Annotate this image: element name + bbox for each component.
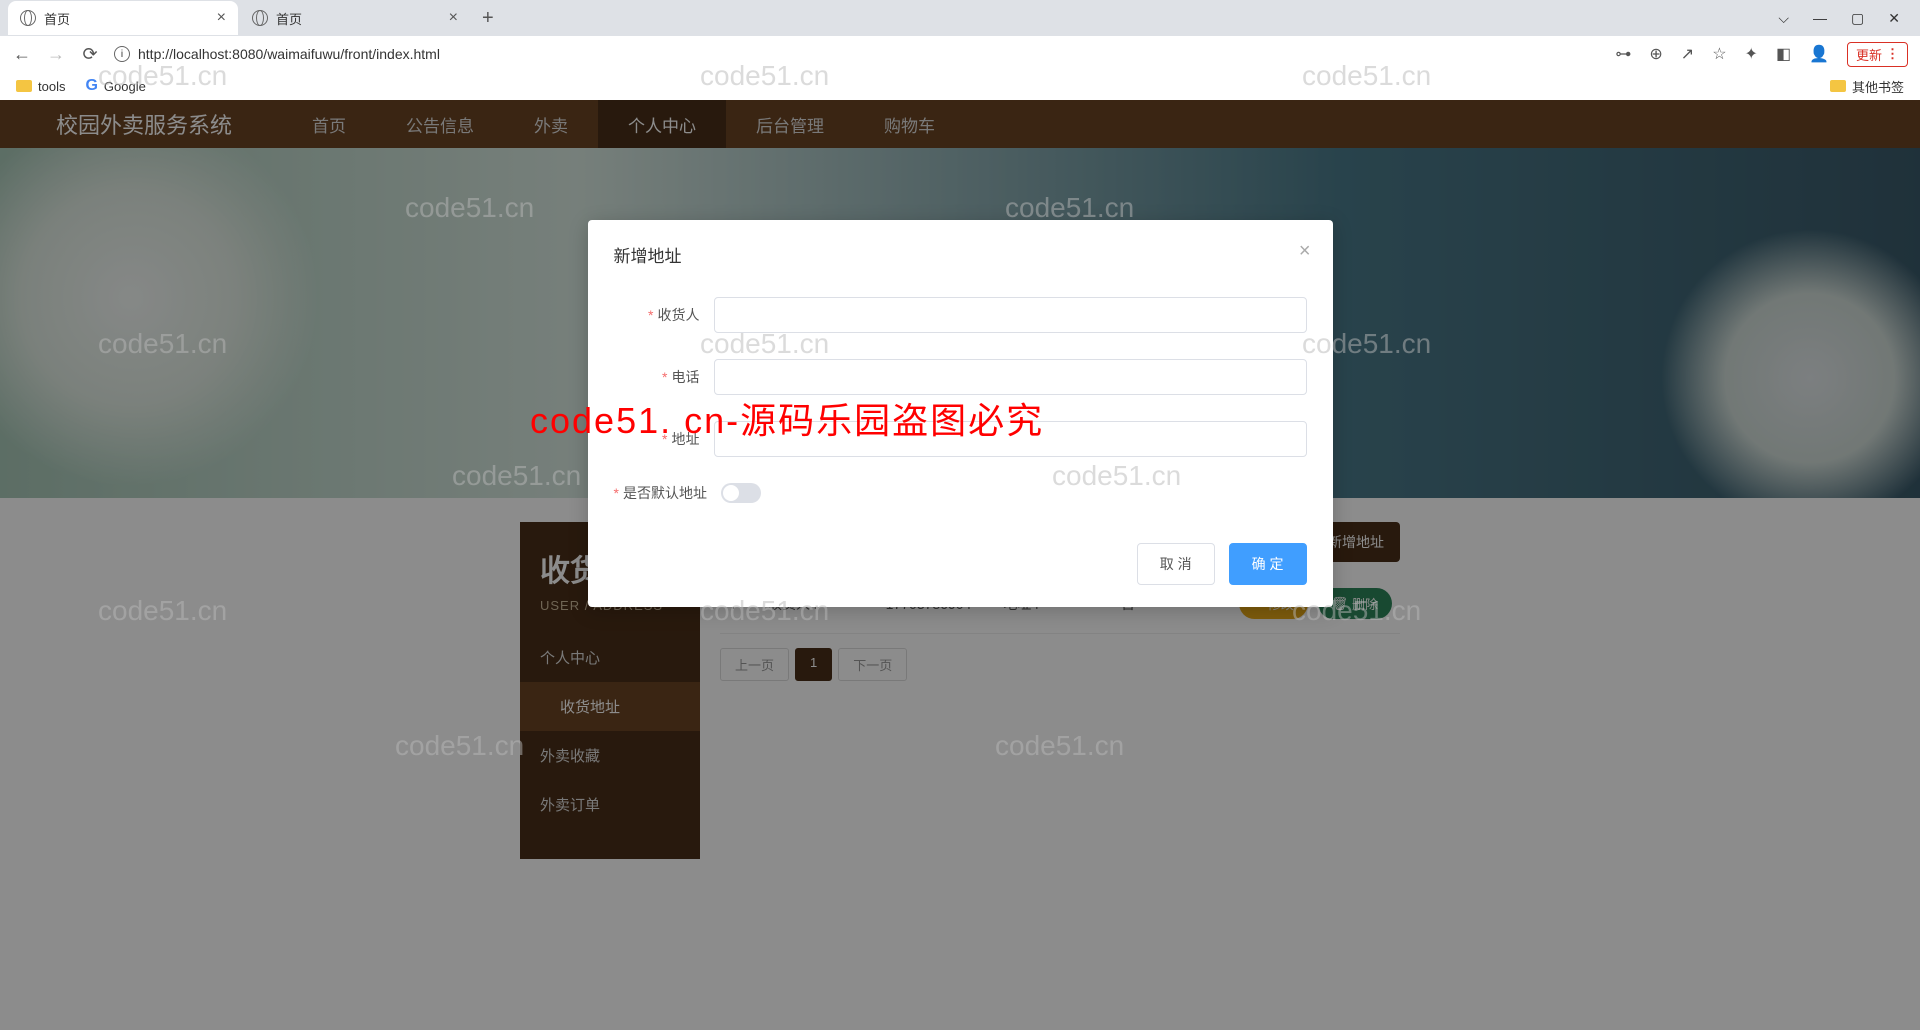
browser-tab[interactable]: 首页 × (240, 1, 470, 35)
form-row-receiver: *收货人 (614, 297, 1307, 333)
form-row-address: *地址 (614, 421, 1307, 457)
info-icon[interactable]: i (114, 46, 130, 62)
star-icon[interactable]: ☆ (1712, 44, 1726, 64)
label-phone: 电话 (672, 369, 700, 385)
reload-icon[interactable]: ⟳ (80, 44, 100, 65)
forward-icon[interactable]: → (46, 44, 66, 65)
receiver-input[interactable] (714, 297, 1307, 333)
update-button[interactable]: 更新 ⋮ (1847, 42, 1908, 67)
confirm-button[interactable]: 确 定 (1229, 543, 1307, 585)
bookmark-tools[interactable]: tools (16, 79, 65, 94)
back-icon[interactable]: ← (12, 44, 32, 65)
window-controls: ⌵ — ▢ ✕ (1778, 10, 1920, 27)
zoom-icon[interactable]: ⊕ (1649, 44, 1662, 64)
google-icon: G (85, 77, 97, 95)
globe-icon (20, 10, 36, 26)
extensions-icon[interactable]: ✦ (1745, 44, 1758, 64)
add-address-modal: 新增地址 × *收货人 *电话 *地址 *是否默认地址 取 消 确 定 (588, 220, 1333, 607)
folder-icon (16, 80, 32, 92)
minimize-icon[interactable]: — (1813, 10, 1827, 27)
tab-title: 首页 (276, 9, 302, 28)
browser-tab[interactable]: 首页 × (8, 1, 238, 35)
cancel-button[interactable]: 取 消 (1137, 543, 1215, 585)
phone-input[interactable] (714, 359, 1307, 395)
browser-chrome: 首页 × 首页 × + ⌵ — ▢ ✕ ← → ⟳ i http://local… (0, 0, 1920, 100)
maximize-icon[interactable]: ▢ (1851, 10, 1864, 27)
close-icon[interactable]: × (449, 9, 458, 27)
modal-title: 新增地址 (614, 242, 1307, 267)
tab-title: 首页 (44, 9, 70, 28)
globe-icon (252, 10, 268, 26)
close-icon[interactable]: × (1299, 240, 1311, 263)
default-switch[interactable] (721, 483, 761, 503)
form-row-phone: *电话 (614, 359, 1307, 395)
form-row-default: *是否默认地址 (614, 483, 1307, 503)
close-window-icon[interactable]: ✕ (1888, 10, 1900, 27)
share-icon[interactable]: ↗ (1681, 44, 1694, 64)
folder-icon (1830, 80, 1846, 92)
modal-footer: 取 消 确 定 (614, 543, 1307, 585)
address-input[interactable] (714, 421, 1307, 457)
bookmarks-bar: tools GGoogle 其他书签 (0, 72, 1920, 100)
label-default: 是否默认地址 (623, 485, 707, 501)
label-address: 地址 (672, 431, 700, 447)
tab-bar: 首页 × 首页 × + ⌵ — ▢ ✕ (0, 0, 1920, 36)
modal-overlay[interactable]: 新增地址 × *收货人 *电话 *地址 *是否默认地址 取 消 确 定 (0, 100, 1920, 1030)
panel-icon[interactable]: ◧ (1776, 44, 1791, 64)
url-input[interactable]: i http://localhost:8080/waimaifuwu/front… (114, 46, 1601, 62)
address-bar: ← → ⟳ i http://localhost:8080/waimaifuwu… (0, 36, 1920, 72)
bookmark-google[interactable]: GGoogle (85, 77, 145, 95)
close-icon[interactable]: × (217, 9, 226, 27)
bookmark-other[interactable]: 其他书签 (1830, 77, 1904, 96)
key-icon[interactable]: ⊶ (1615, 44, 1631, 64)
profile-icon[interactable]: 👤 (1809, 44, 1829, 64)
label-receiver: 收货人 (658, 307, 700, 323)
url-text: http://localhost:8080/waimaifuwu/front/i… (138, 46, 440, 62)
new-tab-button[interactable]: + (472, 7, 504, 30)
chevron-down-icon[interactable]: ⌵ (1778, 10, 1789, 27)
